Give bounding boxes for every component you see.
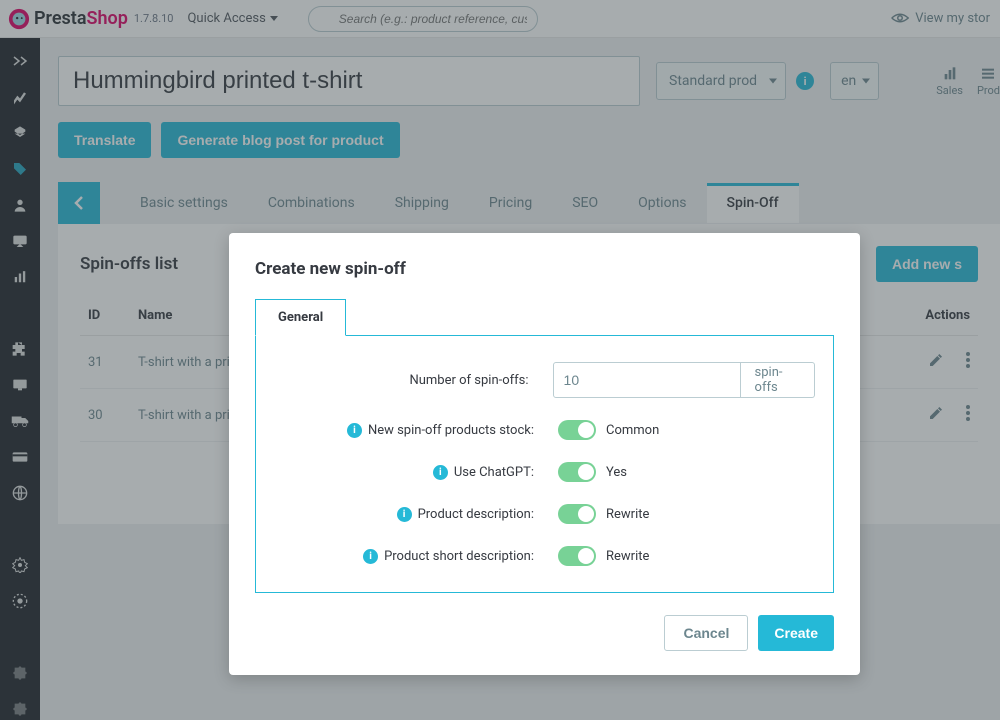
stock-toggle[interactable]: [558, 420, 596, 440]
modal-title: Create new spin-off: [255, 259, 834, 279]
label-stock: iNew spin-off products stock:: [274, 423, 534, 438]
short-description-toggle[interactable]: [558, 546, 596, 566]
label-short-description: iProduct short description:: [274, 549, 534, 564]
modal-tab-general[interactable]: General: [255, 299, 346, 336]
chatgpt-value: Yes: [606, 465, 627, 480]
info-icon[interactable]: i: [363, 549, 378, 564]
cancel-button[interactable]: Cancel: [664, 615, 748, 651]
label-chatgpt: iUse ChatGPT:: [274, 465, 534, 480]
info-icon[interactable]: i: [433, 465, 448, 480]
label-number: Number of spin-offs:: [274, 373, 529, 388]
create-spinoff-modal: Create new spin-off General Number of sp…: [229, 233, 860, 675]
short-description-value: Rewrite: [606, 549, 649, 564]
number-input[interactable]: [553, 362, 741, 398]
stock-value: Common: [606, 423, 659, 438]
info-icon[interactable]: i: [397, 507, 412, 522]
create-button[interactable]: Create: [758, 615, 834, 651]
label-description: iProduct description:: [274, 507, 534, 522]
info-icon[interactable]: i: [347, 423, 362, 438]
description-value: Rewrite: [606, 507, 649, 522]
chatgpt-toggle[interactable]: [558, 462, 596, 482]
input-addon: spin-offs: [741, 362, 815, 398]
description-toggle[interactable]: [558, 504, 596, 524]
